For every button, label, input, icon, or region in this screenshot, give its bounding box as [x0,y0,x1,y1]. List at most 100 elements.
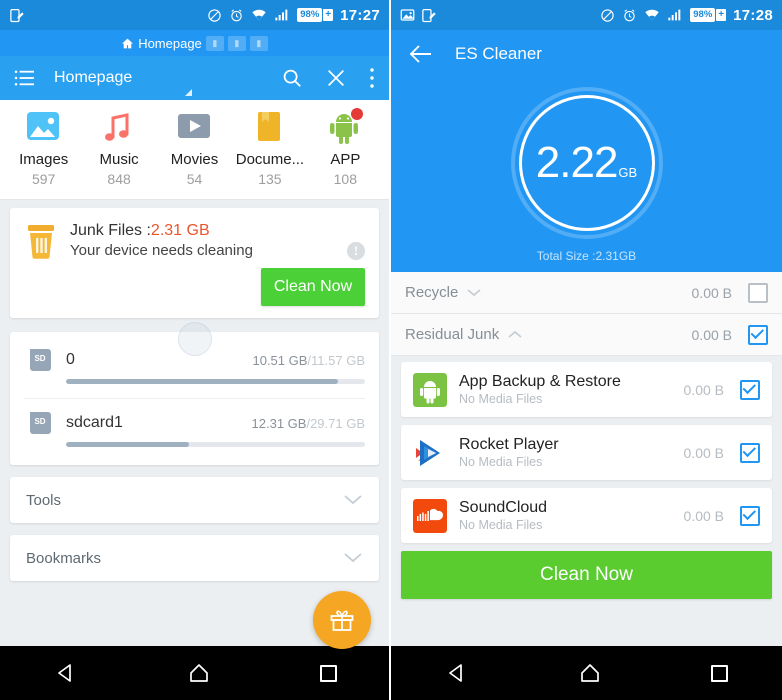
video-play-icon [175,110,215,148]
status-left-icons [400,8,436,23]
list-item[interactable]: Rocket Player No Media Files 0.00 B [401,425,772,480]
battery-charging-glyph: + [323,9,334,21]
tab-homepage-label: Homepage [138,35,202,51]
list-item[interactable]: SoundCloud No Media Files 0.00 B [401,488,772,543]
android-app-icon [413,372,447,407]
music-note-icon [99,110,139,148]
recents-square-icon[interactable] [710,664,728,682]
group-row-recycle[interactable]: Recycle 0.00 B [391,272,782,314]
toolbar-title: Homepage [54,69,133,86]
app-tab-icon[interactable]: ▮ [227,35,246,51]
junk-subtitle: Your device needs cleaning [70,242,253,259]
wifi-icon [644,8,660,22]
app-size: 0.00 B [683,381,724,398]
category-movies[interactable]: Movies 54 [157,110,232,187]
app-subtitle: No Media Files [459,455,543,469]
storage-name: 0 [66,351,75,368]
more-vertical-icon[interactable] [369,67,375,89]
category-label: Docume... [235,151,305,168]
note-edit-icon [9,8,24,23]
category-images[interactable]: Images 597 [6,110,81,187]
left-toolbar: Homepage [0,56,389,100]
group-name: Recycle [405,284,459,301]
battery-charging-glyph: + [716,9,727,21]
clean-now-button[interactable]: Clean Now [401,551,772,599]
app-size: 0.00 B [683,444,724,461]
storage-size: 12.31 GB/29.71 GB [252,416,365,431]
info-icon[interactable]: ! [347,242,365,260]
back-triangle-icon[interactable] [54,661,78,685]
status-right-icons: 98% + 17:28 [600,7,773,24]
svg-text:SD: SD [34,354,45,363]
group-size: 0.00 B [691,326,732,343]
section-bookmarks[interactable]: Bookmarks [10,535,379,581]
junk-gauge: 2.22 GB Total Size :2.31GB [391,78,782,272]
group-row-residual-junk[interactable]: Residual Junk 0.00 B [391,314,782,356]
status-right-icons: 98% + 17:27 [207,7,380,24]
app-size: 0.00 B [683,507,724,524]
storage-capacity: /11.57 GB [307,352,365,368]
battery-icon: 98% + [297,8,334,22]
search-icon[interactable] [281,67,303,89]
category-count: 54 [186,171,203,187]
sd-card-icon: SD [24,348,54,372]
recents-square-icon[interactable] [319,664,337,682]
gauge-inner-ring: 2.22 GB [518,95,655,231]
alarm-icon [229,8,244,23]
category-documents[interactable]: Docume... 135 [232,110,307,187]
clean-now-button[interactable]: Clean Now [261,268,365,306]
back-triangle-icon[interactable] [445,661,469,685]
gift-fab-button[interactable] [313,591,371,649]
app-checkbox[interactable] [740,379,760,400]
status-clock: 17:28 [733,6,773,24]
storage-name: sdcard1 [66,414,123,431]
left-phone-screen: 98% + 17:27 Homepage ▮ ▮ ▮ Homepage Imag… [0,0,391,700]
back-arrow-icon[interactable] [409,44,433,64]
group-checkbox[interactable] [748,324,768,345]
toolbar-corner-triangle [185,89,192,96]
pull-to-refresh-indicator [177,322,212,356]
list-item[interactable]: App Backup & Restore No Media Files 0.00… [401,362,772,417]
category-row: Images 597 Music 848 Movies 54 Docume...… [0,100,389,200]
storage-row[interactable]: SD sdcard1 12.31 GB/29.71 GB [24,398,365,461]
junk-title: Junk Files :2.31 GB [70,222,253,240]
do-not-disturb-icon [600,8,615,23]
trash-icon [24,222,58,260]
storage-size: 10.51 GB/11.57 GB [252,353,365,368]
right-navigation-bar [391,646,782,700]
gift-icon [329,607,355,633]
storage-progress-bar [66,379,365,384]
left-status-bar: 98% + 17:27 [0,0,389,30]
category-label: Music [99,151,139,168]
chevron-down-icon[interactable] [466,288,482,298]
group-checkbox[interactable] [748,282,768,303]
chat-tab-icon[interactable]: ▮ [205,35,224,51]
category-label: APP [330,151,361,168]
tab-strip: Homepage ▮ ▮ ▮ [0,30,389,56]
tab-homepage[interactable]: Homepage [121,36,202,51]
category-label: Images [19,151,69,168]
category-app[interactable]: APP 108 [308,108,383,187]
status-left-icons [9,8,24,23]
storage-used: 10.51 GB [252,352,308,368]
junk-files-card[interactable]: Junk Files :2.31 GB Your device needs cl… [10,208,379,318]
do-not-disturb-icon [207,8,222,23]
hamburger-list-icon[interactable] [14,69,36,87]
app-checkbox[interactable] [740,442,760,463]
window-tab-icon[interactable]: ▮ [249,35,268,51]
signal-icon [274,8,290,22]
app-checkbox[interactable] [740,505,760,526]
dual-screenshot-stage: 98% + 17:27 Homepage ▮ ▮ ▮ Homepage Imag… [0,0,782,700]
chevron-up-icon[interactable] [507,330,523,340]
app-name: App Backup & Restore [459,373,621,390]
section-tools[interactable]: Tools [10,477,379,523]
close-icon[interactable] [325,67,347,89]
category-music[interactable]: Music 848 [81,110,156,187]
app-subtitle: No Media Files [459,518,543,532]
home-pentagon-icon[interactable] [187,661,211,685]
junk-amount: 2.31 GB [150,222,210,239]
chevron-down-icon [343,494,363,506]
home-pentagon-icon[interactable] [578,661,602,685]
svg-text:SD: SD [34,417,45,426]
sd-card-icon: SD [24,411,54,435]
